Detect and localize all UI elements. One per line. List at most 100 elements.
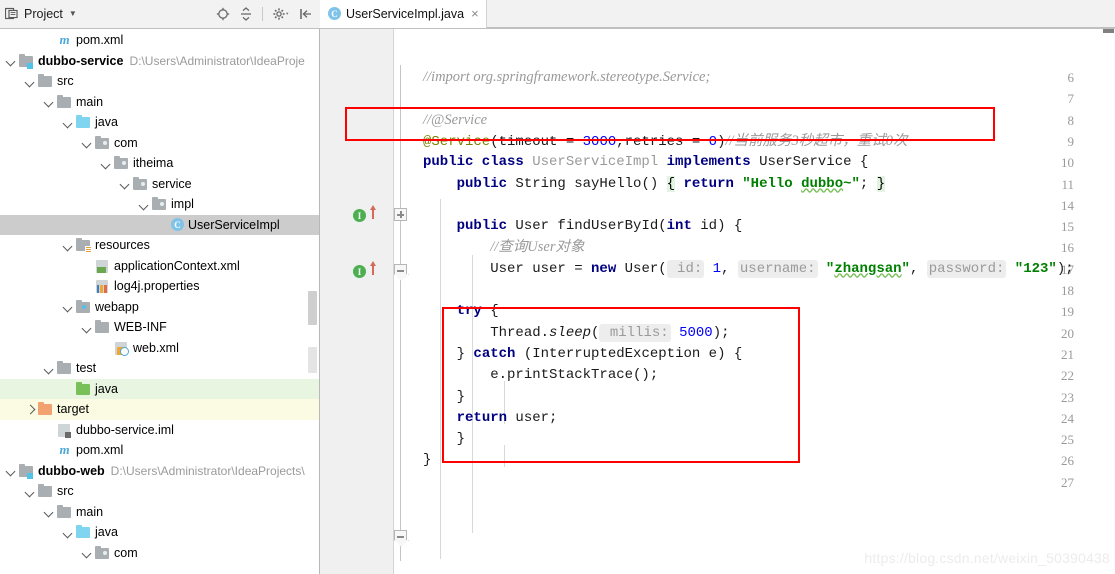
tree-item-label: main bbox=[76, 504, 104, 519]
tree-scrollbar-thumb[interactable] bbox=[308, 291, 317, 325]
tree-item-label: src bbox=[57, 484, 74, 499]
collapse-all-icon[interactable] bbox=[239, 7, 253, 21]
chevron-down-icon[interactable] bbox=[82, 547, 93, 558]
properties-file-icon bbox=[95, 279, 110, 294]
chevron-down-icon[interactable] bbox=[82, 322, 93, 333]
implementing-method-icon[interactable]: I bbox=[353, 265, 366, 278]
tree-item-applicationcontext-xml[interactable]: applicationContext.xml bbox=[0, 256, 319, 277]
code-line-24[interactable]: return user; bbox=[423, 408, 558, 429]
tree-item-log4j-properties[interactable]: log4j.properties bbox=[0, 276, 319, 297]
code-line-16[interactable]: //查询User对象 bbox=[423, 237, 584, 258]
intellij-idea-window: Project ▼ C UserServiceImpl.java × m pom… bbox=[0, 0, 1115, 574]
chevron-down-icon[interactable] bbox=[63, 117, 74, 128]
close-icon[interactable]: × bbox=[471, 7, 479, 20]
chevron-down-icon[interactable] bbox=[63, 301, 74, 312]
project-panel-title[interactable]: Project bbox=[24, 7, 63, 21]
tree-item-src[interactable]: src bbox=[0, 481, 319, 502]
chevron-down-icon[interactable] bbox=[44, 96, 55, 107]
code-line-22[interactable]: e.printStackTrace(); bbox=[423, 365, 658, 386]
chevron-down-icon[interactable] bbox=[25, 486, 36, 497]
chevron-down-icon[interactable] bbox=[44, 363, 55, 374]
chevron-down-icon[interactable] bbox=[44, 506, 55, 517]
tree-item-webapp[interactable]: webapp bbox=[0, 297, 319, 318]
maven-file-icon: m bbox=[59, 32, 70, 48]
chevron-down-icon[interactable] bbox=[101, 158, 112, 169]
tree-item-itheima[interactable]: itheima bbox=[0, 153, 319, 174]
watermark-text: https://blog.csdn.net/weixin_50390438 bbox=[864, 550, 1110, 566]
code-editor[interactable]: 6 7 8 9 10 11 14 15 16 17 18 19 20 21 22 23 24 25 26 27 I I… bbox=[320, 29, 1115, 574]
tab-label: UserServiceImpl.java bbox=[346, 6, 465, 21]
tree-item-pom-xml[interactable]: m pom.xml bbox=[0, 30, 319, 51]
locate-target-icon[interactable] bbox=[216, 7, 230, 21]
code-line-9[interactable]: @Service(timeout = 3000,retries = 0)//当前… bbox=[423, 131, 908, 152]
code-line-20[interactable]: Thread.sleep( millis: 5000); bbox=[423, 323, 730, 344]
tree-item-label: pom.xml bbox=[76, 443, 124, 458]
code-line-8[interactable]: //@Service bbox=[423, 110, 487, 131]
tree-item-main[interactable]: main bbox=[0, 502, 319, 523]
code-line-10[interactable]: public class UserServiceImpl implements … bbox=[423, 152, 868, 173]
tree-item-java[interactable]: java bbox=[0, 378, 319, 399]
hide-panel-icon[interactable] bbox=[299, 7, 313, 21]
tree-item-label: target bbox=[57, 402, 89, 417]
tree-item-java[interactable]: java bbox=[0, 522, 319, 543]
tree-item-label: com bbox=[114, 545, 138, 560]
tree-item-dubbo-web[interactable]: dubbo-web D:\Users\Administrator\IdeaProj… bbox=[0, 461, 319, 482]
tree-item-target[interactable]: target bbox=[0, 399, 319, 420]
implementing-method-icon[interactable]: I bbox=[353, 209, 366, 222]
editor-scrollbar[interactable] bbox=[1102, 29, 1115, 568]
chevron-down-icon[interactable]: ▼ bbox=[69, 10, 77, 18]
tree-item-web-xml[interactable]: web.xml bbox=[0, 338, 319, 359]
tree-item-src[interactable]: src bbox=[0, 71, 319, 92]
tab-strip-empty-area bbox=[486, 0, 1115, 28]
tree-item-java[interactable]: java bbox=[0, 112, 319, 133]
tree-item-com[interactable]: com bbox=[0, 133, 319, 154]
tree-item-label: java bbox=[95, 381, 118, 396]
tree-item-path: D:\Users\Administrator\IdeaProjects\ bbox=[110, 463, 305, 478]
project-tree-panel[interactable]: m pom.xml dubbo-service D:\Users\Administra… bbox=[0, 29, 320, 574]
folder-icon bbox=[57, 504, 72, 519]
chevron-right-icon[interactable] bbox=[25, 404, 36, 415]
editor-tab-strip: C UserServiceImpl.java × bbox=[320, 0, 1115, 29]
code-line-17[interactable]: User user = new User( id: 1, username: "… bbox=[423, 259, 1074, 280]
code-line-6[interactable]: //import org.springframework.stereotype.… bbox=[423, 67, 710, 88]
code-line-26[interactable]: } bbox=[423, 450, 431, 471]
tree-scrollbar-track-lower[interactable] bbox=[308, 347, 317, 373]
settings-gear-icon[interactable] bbox=[272, 7, 290, 21]
editor-scrollbar-thumb[interactable] bbox=[1103, 29, 1114, 33]
package-icon bbox=[95, 545, 110, 560]
project-panel-header: Project ▼ bbox=[0, 0, 320, 29]
chevron-down-icon[interactable] bbox=[82, 137, 93, 148]
chevron-down-icon[interactable] bbox=[6, 55, 17, 66]
code-line-23[interactable]: } bbox=[423, 387, 465, 408]
tree-item-dubbo-service[interactable]: dubbo-service D:\Users\Administrator\Idea… bbox=[0, 51, 319, 72]
tree-item-service[interactable]: service bbox=[0, 174, 319, 195]
code-line-21[interactable]: } catch (InterruptedException e) { bbox=[423, 344, 743, 365]
editor-gutter[interactable] bbox=[320, 29, 394, 574]
tree-item-web-inf[interactable]: WEB-INF bbox=[0, 317, 319, 338]
code-line-15[interactable]: public User findUserById(int id) { bbox=[423, 216, 743, 237]
code-line-11[interactable]: public String sayHello() { return "Hello… bbox=[423, 174, 886, 195]
chevron-down-icon[interactable] bbox=[25, 76, 36, 87]
tree-item-test[interactable]: test bbox=[0, 358, 319, 379]
source-folder-icon bbox=[76, 525, 91, 539]
tab-userserviceimpl-java[interactable]: C UserServiceImpl.java × bbox=[320, 0, 487, 28]
project-tree: m pom.xml dubbo-service D:\Users\Administra… bbox=[0, 29, 319, 563]
tree-item-com[interactable]: com bbox=[0, 543, 319, 564]
tree-item-impl[interactable]: impl bbox=[0, 194, 319, 215]
chevron-down-icon[interactable] bbox=[6, 465, 17, 476]
code-line-19[interactable]: try { bbox=[423, 301, 499, 322]
chevron-down-icon[interactable] bbox=[63, 527, 74, 538]
chevron-down-icon[interactable] bbox=[63, 240, 74, 251]
code-content[interactable]: //import org.springframework.stereotype.… bbox=[395, 29, 1115, 574]
chevron-down-icon[interactable] bbox=[139, 199, 150, 210]
tree-item-dubbo-service-iml[interactable]: dubbo-service.iml bbox=[0, 420, 319, 441]
tree-item-pom-xml[interactable]: m pom.xml bbox=[0, 440, 319, 461]
code-line-25[interactable]: } bbox=[423, 429, 465, 450]
tree-item-resources[interactable]: resources bbox=[0, 235, 319, 256]
tree-item-userserviceimpl[interactable]: C UserServiceImpl bbox=[0, 214, 319, 235]
tree-item-main[interactable]: main bbox=[0, 92, 319, 113]
module-folder-icon bbox=[19, 53, 34, 69]
chevron-down-icon[interactable] bbox=[120, 178, 131, 189]
